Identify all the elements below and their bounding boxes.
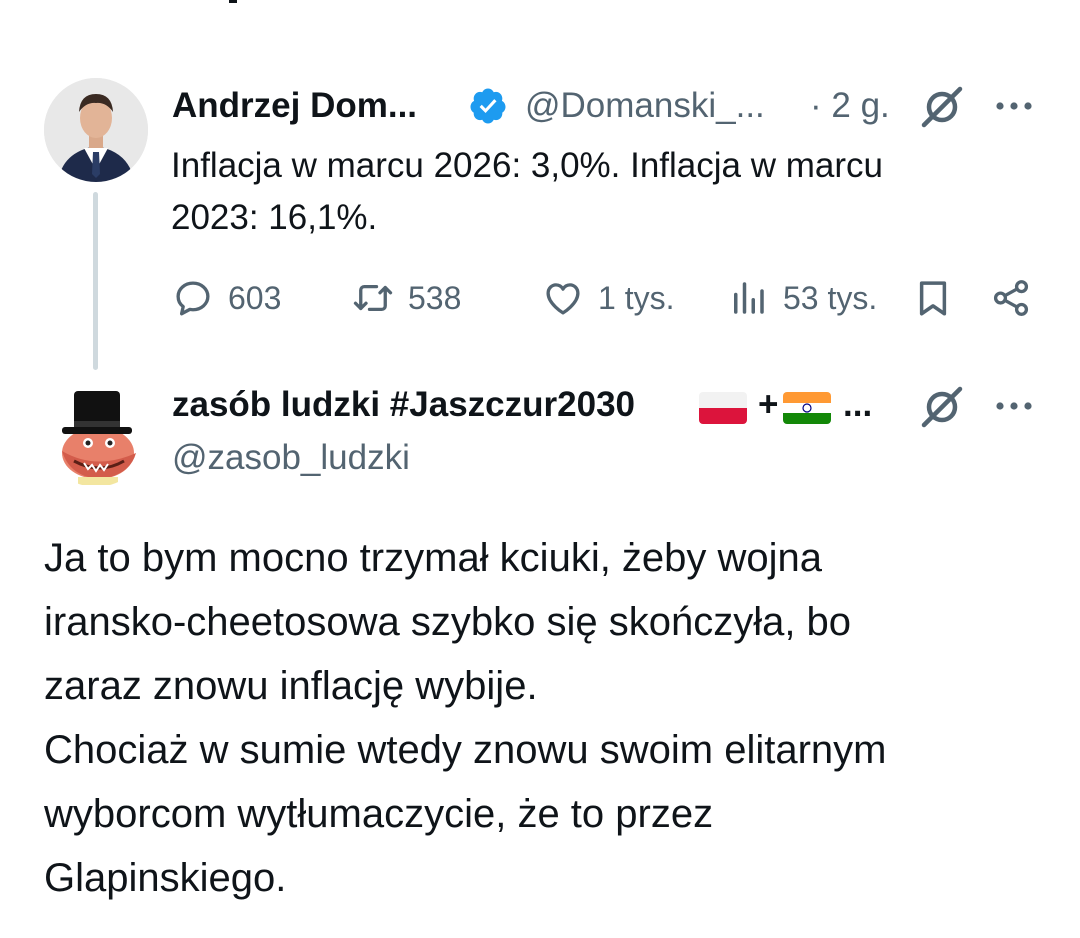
tweet1-action-bar: 603 538 1 tys. 53 tys. [172,270,1042,326]
share-icon [993,280,1029,316]
avatar-cartoon-image [62,391,136,485]
top-edge-fragment [229,0,237,3]
views-button[interactable]: 53 tys. [727,270,877,326]
tweet2-author-name[interactable]: zasób ludzki #Jaszczur2030 [172,385,635,425]
reply-button[interactable]: 603 [172,270,281,326]
tweet1-timestamp[interactable]: · 2 g. [810,86,890,126]
grok-icon[interactable] [918,383,966,431]
reply-icon [176,281,210,316]
tweet2-text: Ja to bym mocno trzymał kciuki, żeby woj… [44,536,887,900]
name-truncation-ellipsis: ... [843,385,873,424]
views-count: 53 tys. [783,279,878,316]
retweet-count: 538 [408,279,462,316]
avatar-andrzej[interactable] [44,78,148,182]
poland-flag-icon [699,392,747,424]
more-dots-icon[interactable] [992,86,1036,126]
avatar-zasob-ludzki[interactable] [44,383,148,487]
thread-connector-line [93,192,98,370]
name-plus-sign: + [758,385,779,424]
heart-icon [546,283,580,315]
tweet1-author-name[interactable]: Andrzej Dom... [172,86,417,126]
india-flag-icon [783,392,831,424]
reply-count: 603 [228,279,282,316]
like-count: 1 tys. [598,279,675,316]
tweet1-handle[interactable]: @Domanski_... [525,86,765,126]
views-bar-icon [734,282,764,314]
verified-badge-icon [470,88,506,124]
tweet1-text: Inflacja w marcu 2026: 3,0%. Inflacja w … [171,146,883,237]
retweet-button[interactable]: 538 [352,270,461,326]
share-button[interactable] [990,270,1032,326]
grok-icon[interactable] [918,83,966,131]
more-dots-icon[interactable] [992,386,1036,426]
tweet2-handle[interactable]: @zasob_ludzki [172,438,410,478]
bookmark-button[interactable] [912,270,954,326]
avatar-portrait-image [44,78,148,182]
like-button[interactable]: 1 tys. [542,270,674,326]
bookmark-icon [919,281,947,316]
tweet1-header: Andrzej Dom... @Domanski_... · 2 g. [172,80,1052,130]
retweet-icon [353,284,393,312]
